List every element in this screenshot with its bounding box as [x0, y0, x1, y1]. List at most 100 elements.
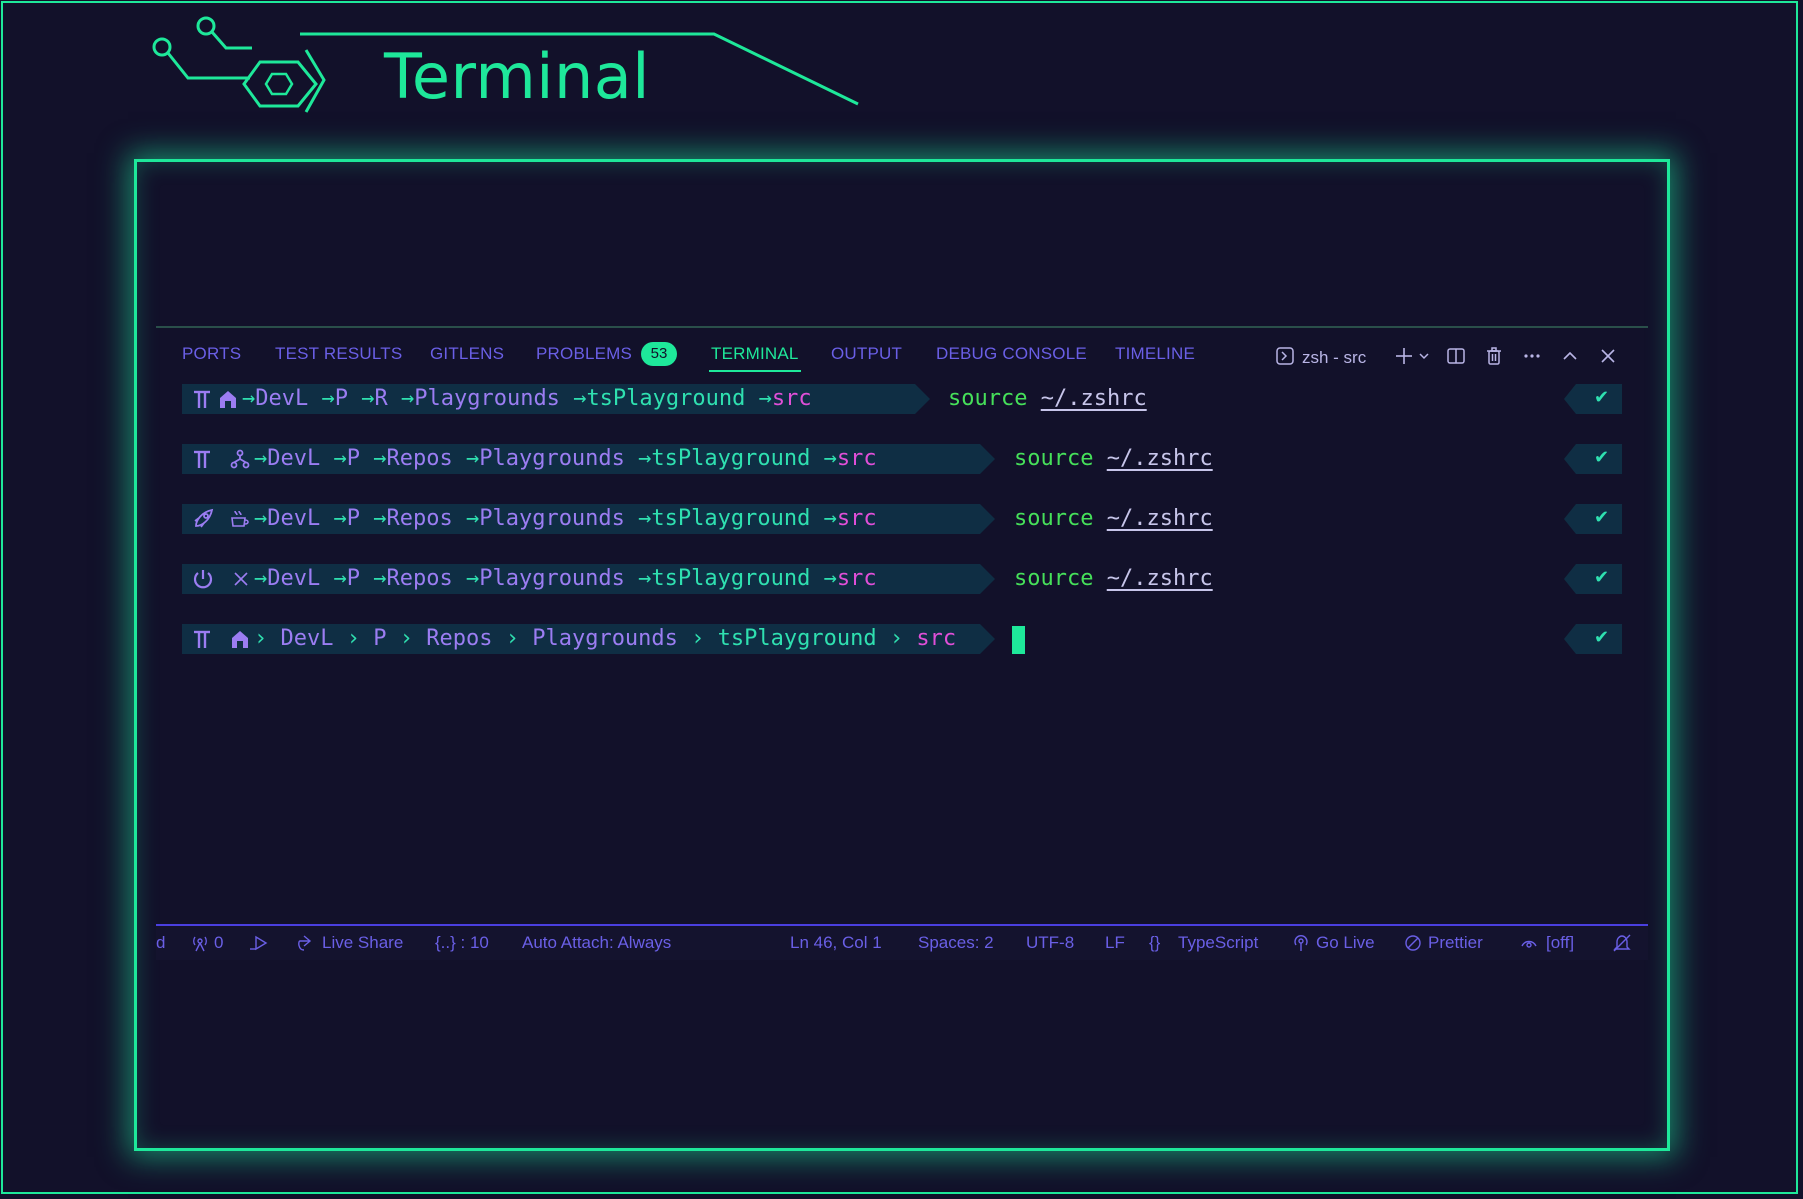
copilot-status[interactable]: [off]: [1546, 933, 1574, 953]
status-pill: ✔: [1564, 624, 1622, 654]
path-segment: R: [374, 386, 388, 411]
prompt-line-3: →DevL →P →Repos →Playgrounds →tsPlaygrou…: [182, 504, 1622, 534]
json-count[interactable]: {..} : 10: [435, 933, 489, 953]
path-segment: Repos: [386, 566, 453, 591]
status-left-fragment[interactable]: d: [156, 933, 165, 953]
path-segment: DevL: [280, 626, 334, 651]
path-segment: src: [836, 446, 877, 471]
tee-icon: [194, 630, 210, 648]
tab-gitlens[interactable]: GITLENS: [430, 344, 504, 364]
path-segment: src: [836, 506, 877, 531]
command-arg: ~/.zshrc: [1106, 566, 1213, 591]
path-segment: Repos: [386, 446, 453, 471]
plus-icon[interactable]: [1392, 342, 1416, 370]
problems-count-badge: 53: [641, 342, 677, 366]
path-segment: P: [346, 446, 360, 471]
check-icon: ✔: [1594, 567, 1610, 588]
command-text: source: [1014, 566, 1094, 591]
rocket-icon: [194, 508, 214, 528]
tee-icon: [194, 390, 210, 408]
prettier-icon: [1405, 935, 1421, 951]
path-segment: DevL: [255, 386, 309, 411]
path-segment: Playgrounds: [479, 566, 625, 591]
path-segment: Repos: [426, 626, 493, 651]
chevron-up-icon[interactable]: [1558, 342, 1582, 370]
path-segment: tsPlayground: [717, 626, 877, 651]
go-live-icon: [1294, 935, 1308, 951]
prettier-button[interactable]: Prettier: [1428, 933, 1483, 953]
status-pill: ✔: [1564, 504, 1622, 534]
command-arg: ~/.zshrc: [1106, 446, 1213, 471]
path-segment: Playgrounds: [479, 506, 625, 531]
path-segment: src: [836, 566, 877, 591]
run-icon[interactable]: [248, 934, 270, 952]
path-segment: tsPlayground: [651, 506, 811, 531]
hexagon-icon: [242, 60, 318, 108]
command-text: source: [1014, 506, 1094, 531]
coffee-icon: [231, 510, 249, 527]
terminal-panel: PORTS TEST RESULTS GITLENS PROBLEMS 53 T…: [156, 326, 1648, 960]
git-branch-icon: [230, 449, 250, 469]
path-segment: src: [771, 386, 812, 411]
path-segment: Playgrounds: [532, 626, 678, 651]
tab-test-results[interactable]: TEST RESULTS: [275, 344, 402, 364]
split-icon[interactable]: [1444, 342, 1468, 370]
end-of-line[interactable]: LF: [1105, 933, 1125, 953]
status-pill: ✔: [1564, 564, 1622, 594]
command-arg: ~/.zshrc: [1106, 506, 1213, 531]
status-pill: ✔: [1564, 384, 1622, 414]
path-segment: tsPlayground: [651, 446, 811, 471]
bell-slash-icon[interactable]: [1612, 933, 1632, 953]
path-segment: DevL: [267, 506, 321, 531]
terminal-cursor[interactable]: [1012, 626, 1025, 654]
auto-attach[interactable]: Auto Attach: Always: [522, 933, 671, 953]
tab-debug-console[interactable]: DEBUG CONSOLE: [936, 344, 1087, 364]
path-segment: DevL: [267, 566, 321, 591]
home-icon: [232, 631, 248, 648]
tab-problems[interactable]: PROBLEMS: [536, 344, 632, 364]
status-bar: d 0 Live Share {..} : 10 Auto Attach: Al…: [156, 924, 1648, 960]
prompt-line-4: →DevL →P →Repos →Playgrounds →tsPlaygrou…: [182, 564, 1622, 594]
command-arg: ~/.zshrc: [1040, 386, 1147, 411]
tab-output[interactable]: OUTPUT: [831, 344, 902, 364]
path-segment: P: [373, 626, 387, 651]
cursor-position[interactable]: Ln 46, Col 1: [790, 933, 882, 953]
prompt-line-5[interactable]: › DevL › P › Repos › Playgrounds › tsPla…: [182, 624, 1622, 654]
tee-icon: [194, 450, 210, 468]
path-segment: Repos: [386, 506, 453, 531]
terminal-icon[interactable]: [1274, 342, 1296, 370]
braces-icon: {}: [1149, 933, 1161, 952]
page-title: Terminal: [384, 40, 651, 113]
more-icon[interactable]: [1520, 342, 1544, 370]
path-segment: P: [346, 566, 360, 591]
check-icon: ✔: [1594, 447, 1610, 468]
check-icon: ✔: [1594, 387, 1610, 408]
ports-count[interactable]: 0: [214, 933, 223, 953]
path-segment: tsPlayground: [586, 386, 746, 411]
path-segment: DevL: [267, 446, 321, 471]
path-segment: P: [346, 506, 360, 531]
path-segment: src: [916, 626, 957, 651]
check-icon: ✔: [1594, 507, 1610, 528]
prompt-line-2: →DevL →P →Repos →Playgrounds →tsPlaygrou…: [182, 444, 1622, 474]
path-segment: Playgrounds: [479, 446, 625, 471]
command-text: source: [948, 386, 1028, 411]
command-text: source: [1014, 446, 1094, 471]
close-icon[interactable]: [1596, 342, 1620, 370]
live-share-button[interactable]: Live Share: [322, 933, 403, 953]
go-live-button[interactable]: Go Live: [1316, 933, 1375, 953]
tab-ports[interactable]: PORTS: [182, 344, 241, 364]
home-icon: [220, 391, 236, 408]
indentation[interactable]: Spaces: 2: [918, 933, 994, 953]
tab-timeline[interactable]: TIMELINE: [1115, 344, 1195, 364]
terminal-name[interactable]: zsh - src: [1302, 348, 1366, 368]
encoding[interactable]: UTF-8: [1026, 933, 1074, 953]
prompt-line-1: →DevL →P →R →Playgrounds →tsPlayground →…: [182, 384, 1622, 414]
cross-icon: [234, 572, 248, 586]
trash-icon[interactable]: [1482, 342, 1506, 370]
live-share-icon: [298, 935, 312, 951]
panel-toolbar: zsh - src: [1274, 342, 1644, 370]
chevron-down-icon[interactable]: [1416, 342, 1432, 370]
language-mode[interactable]: TypeScript: [1178, 933, 1258, 953]
tab-terminal[interactable]: TERMINAL: [709, 344, 801, 372]
